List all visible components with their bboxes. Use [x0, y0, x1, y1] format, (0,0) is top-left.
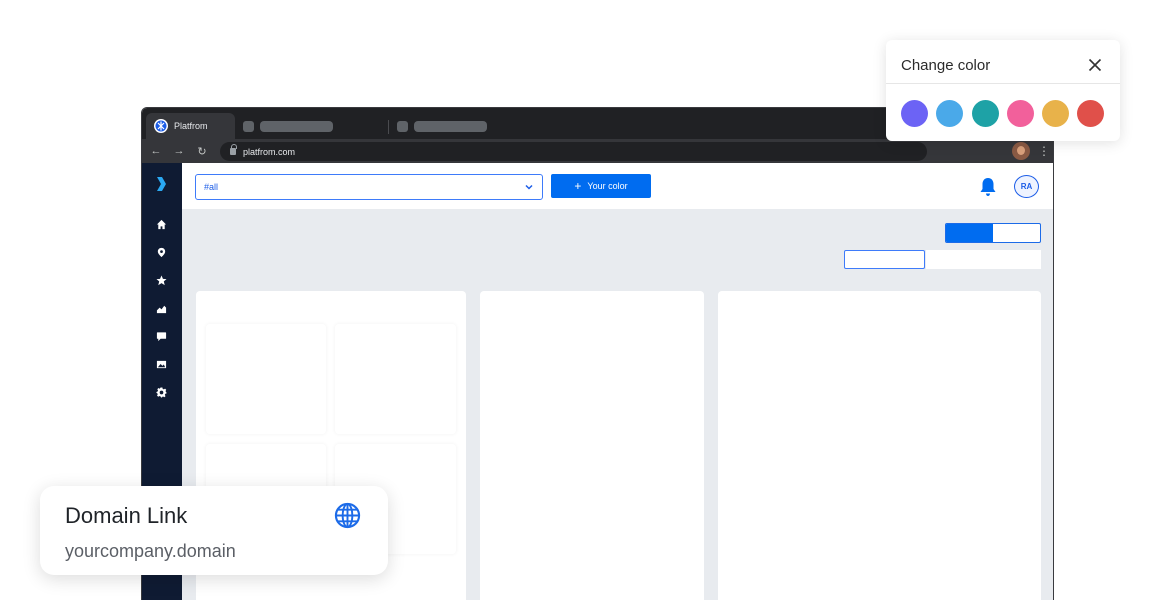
address-url: platfrom.com	[243, 146, 296, 157]
lock-icon	[230, 144, 237, 155]
color-swatch-yellow[interactable]	[1042, 100, 1069, 127]
chevron-down-icon	[525, 184, 533, 190]
image-icon[interactable]	[155, 358, 167, 370]
tab-favicon-placeholder	[243, 120, 254, 132]
filter-select[interactable]: #all	[195, 174, 543, 200]
tab-separator	[388, 120, 389, 134]
domain-link-value: yourcompany.domain	[65, 541, 236, 561]
tab-title-placeholder	[414, 120, 487, 132]
tab-title-placeholder	[260, 120, 333, 132]
plus-icon: +	[574, 179, 582, 193]
chart-icon[interactable]	[155, 302, 167, 314]
date-field-end[interactable]	[926, 250, 1041, 269]
color-swatch-purple[interactable]	[901, 100, 928, 127]
color-swatch-teal[interactable]	[972, 100, 999, 127]
globe-icon	[334, 502, 361, 529]
close-icon[interactable]	[1086, 56, 1104, 74]
app-header: #all + Your color RA	[182, 163, 1053, 209]
chat-icon[interactable]	[155, 330, 167, 342]
change-color-title: Change color	[901, 57, 991, 74]
profile-avatar[interactable]	[1012, 142, 1030, 160]
stage: Platfrom ← → ↻ platfrom.com ⋮ #all + You…	[0, 0, 1160, 600]
home-icon[interactable]	[155, 218, 167, 230]
change-color-panel: Change color	[886, 40, 1120, 141]
back-arrow-icon[interactable]: ←	[147, 142, 165, 160]
tab-title: Platfrom	[174, 121, 208, 131]
user-avatar[interactable]: RA	[1014, 175, 1039, 198]
browser-toolbar: ← → ↻ platfrom.com ⋮	[142, 139, 1053, 163]
widget-card	[480, 291, 704, 600]
domain-link-card: Domain Link yourcompany.domain	[40, 486, 388, 575]
brand-logo-icon[interactable]	[155, 177, 167, 191]
address-bar[interactable]: platfrom.com	[220, 142, 927, 161]
widget-card	[718, 291, 1041, 600]
tab-favicon-placeholder	[397, 120, 408, 132]
tab-placeholder[interactable]	[397, 113, 547, 139]
color-swatch-sky-blue[interactable]	[936, 100, 963, 127]
kebab-menu-icon[interactable]: ⋮	[1038, 143, 1050, 159]
location-pin-icon[interactable]	[155, 246, 167, 258]
tile-placeholder[interactable]	[206, 324, 326, 434]
settings-icon[interactable]	[155, 386, 167, 398]
view-toggle[interactable]	[945, 223, 1041, 243]
reload-icon[interactable]: ↻	[193, 142, 211, 160]
domain-link-title: Domain Link	[65, 503, 188, 528]
color-swatch-pink[interactable]	[1007, 100, 1034, 127]
tile-placeholder[interactable]	[335, 324, 456, 434]
your-color-button-label: Your color	[587, 181, 628, 191]
your-color-button[interactable]: + Your color	[551, 174, 651, 198]
view-toggle-active-segment[interactable]	[946, 224, 993, 242]
bell-icon[interactable]	[977, 176, 999, 198]
panel-divider	[886, 83, 1120, 84]
favicon-icon	[154, 119, 168, 133]
filter-select-value: #all	[204, 182, 219, 192]
tab-placeholder[interactable]	[243, 113, 383, 139]
date-field-start[interactable]	[844, 250, 925, 269]
star-icon[interactable]	[155, 274, 167, 286]
forward-arrow-icon[interactable]: →	[170, 142, 188, 160]
color-swatch-red[interactable]	[1077, 100, 1104, 127]
tab-platfrom[interactable]: Platfrom	[146, 113, 235, 139]
